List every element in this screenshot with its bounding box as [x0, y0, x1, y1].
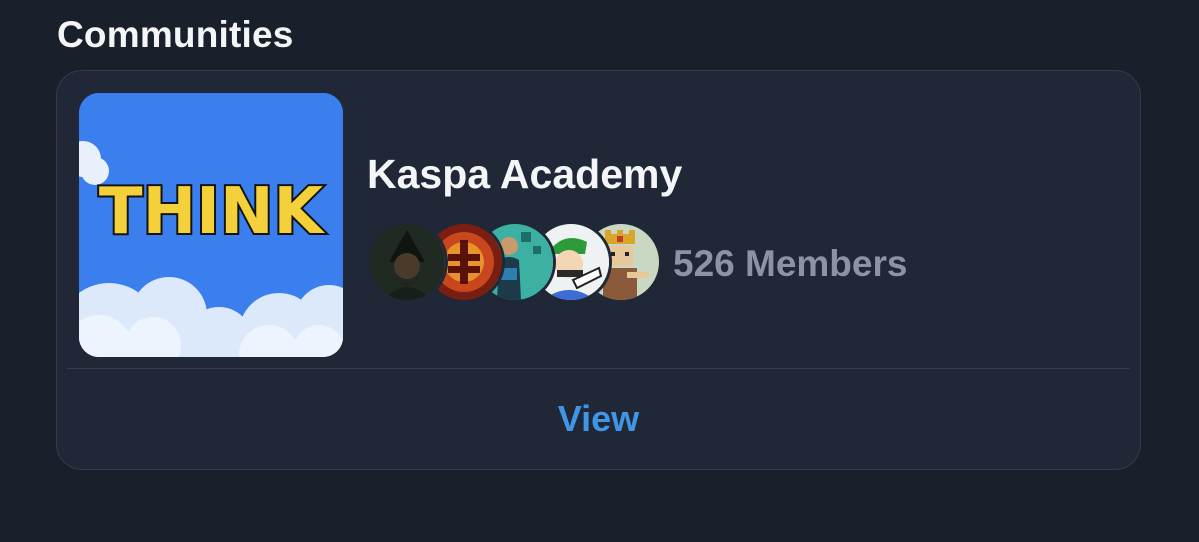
think-cover-icon: THINK	[79, 93, 343, 357]
community-card[interactable]: THINK Kaspa Academy 526 Members View	[56, 70, 1141, 470]
view-button[interactable]: View	[57, 369, 1140, 469]
wizard-avatar-icon	[366, 221, 448, 303]
member-count: 526 Members	[673, 243, 908, 284]
section-title: Communities	[57, 14, 294, 55]
community-name[interactable]: Kaspa Academy	[367, 151, 682, 198]
community-cover-image[interactable]: THINK	[79, 93, 343, 357]
cover-text: THINK	[99, 175, 326, 249]
member-avatars	[366, 221, 662, 305]
